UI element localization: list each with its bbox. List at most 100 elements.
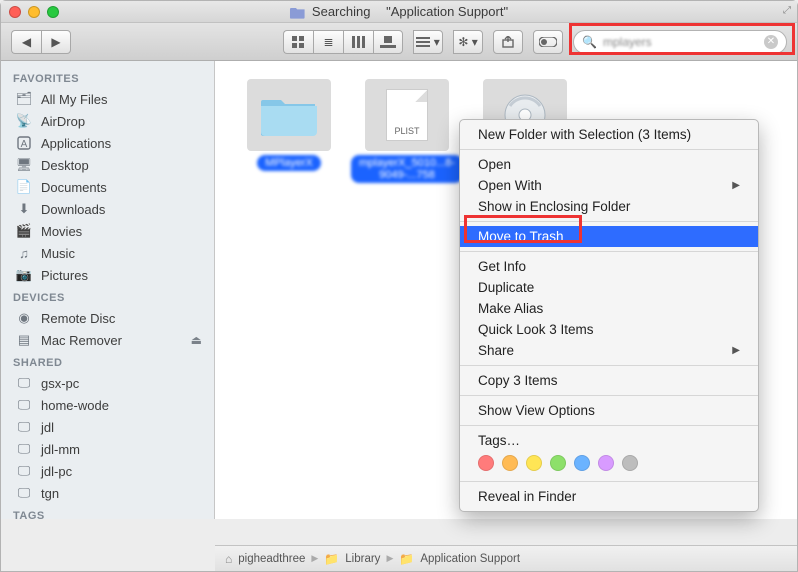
folder-icon [290, 5, 306, 19]
menu-tags[interactable]: Tags… [460, 430, 758, 451]
plist-icon: PLIST [386, 89, 428, 141]
sidebar-item-shared[interactable]: 🖵home-wode [1, 394, 214, 416]
sidebar-section-favorites: FAVORITES [1, 67, 214, 88]
tag-color-dot[interactable] [574, 455, 590, 471]
menu-get-info[interactable]: Get Info [460, 256, 758, 277]
sidebar-item-shared[interactable]: 🖵tgn [1, 482, 214, 504]
downloads-icon: ⬇ [15, 201, 33, 217]
action-button[interactable]: ✻ ▾ [453, 30, 483, 54]
desktop-icon: 🖥 [15, 157, 33, 173]
menu-show-view-options[interactable]: Show View Options [460, 400, 758, 421]
menu-quick-look[interactable]: Quick Look 3 Items [460, 319, 758, 340]
pictures-icon: 📷 [15, 267, 33, 283]
sidebar-item-desktop[interactable]: 🖥Desktop [1, 154, 214, 176]
menu-duplicate[interactable]: Duplicate [460, 277, 758, 298]
view-list-button[interactable]: ≣ [313, 30, 343, 54]
allfiles-icon: 🗂 [15, 91, 33, 107]
window-title: Searching "Application Support" [290, 4, 508, 19]
fullscreen-icon[interactable]: ⤢ [783, 5, 791, 16]
context-menu: New Folder with Selection (3 Items) Open… [459, 119, 759, 512]
path-segment[interactable]: Library [345, 553, 380, 565]
folder-icon: 📁 [399, 552, 414, 566]
back-button[interactable]: ◀ [11, 30, 41, 54]
sidebar-item-remote-disc[interactable]: ◉Remote Disc [1, 307, 214, 329]
sidebar-item-applications[interactable]: AApplications [1, 132, 214, 154]
movies-icon: 🎬 [15, 223, 33, 239]
toolbar: ◀ ▶ ≣ ▾ ✻ ▾ 🔍 ✕ [1, 23, 797, 61]
sidebar-item-shared[interactable]: 🖵jdl [1, 416, 214, 438]
path-segment[interactable]: Application Support [420, 553, 520, 565]
submenu-arrow-icon: ▶ [732, 345, 740, 356]
share-icon: 🖵 [15, 485, 33, 501]
sidebar-section-tags: TAGS [1, 504, 214, 519]
submenu-arrow-icon: ▶ [732, 180, 740, 191]
tags-button[interactable] [533, 30, 563, 54]
tag-color-dot[interactable] [598, 455, 614, 471]
menu-copy-items[interactable]: Copy 3 Items [460, 370, 758, 391]
svg-text:A: A [21, 139, 28, 150]
minimize-window-button[interactable] [28, 6, 40, 18]
tag-color-dot[interactable] [478, 455, 494, 471]
view-switcher: ≣ [283, 30, 403, 54]
search-input[interactable] [603, 35, 758, 49]
view-coverflow-button[interactable] [373, 30, 403, 54]
share-icon: 🖵 [15, 375, 33, 391]
sidebar-item-movies[interactable]: 🎬Movies [1, 220, 214, 242]
menu-tags-colors[interactable] [460, 451, 758, 477]
sidebar-item-shared[interactable]: 🖵jdl-pc [1, 460, 214, 482]
path-bar: ⌂ pigheadthree ▶ 📁 Library ▶ 📁 Applicati… [215, 545, 797, 571]
share-icon: 🖵 [15, 463, 33, 479]
sidebar-section-devices: DEVICES [1, 286, 214, 307]
sidebar-item-mac-remover[interactable]: ▤Mac Remover⏏ [1, 329, 214, 351]
search-field[interactable]: 🔍 ✕ [573, 30, 787, 54]
menu-show-enclosing[interactable]: Show in Enclosing Folder [460, 196, 758, 217]
home-icon: ⌂ [225, 552, 232, 566]
music-icon: ♫ [15, 245, 33, 261]
menu-new-folder-selection[interactable]: New Folder with Selection (3 Items) [460, 124, 758, 145]
tag-color-dot[interactable] [526, 455, 542, 471]
file-name: mplayerX_5010...8-9049-...758 [351, 155, 463, 183]
sidebar-item-shared[interactable]: 🖵jdl-mm [1, 438, 214, 460]
sidebar-item-pictures[interactable]: 📷Pictures [1, 264, 214, 286]
share-icon: 🖵 [15, 441, 33, 457]
sidebar-section-shared: SHARED [1, 351, 214, 372]
eject-icon[interactable]: ⏏ [191, 333, 202, 347]
view-column-button[interactable] [343, 30, 373, 54]
file-item[interactable]: MPlayerX [245, 79, 333, 183]
nav-buttons: ◀ ▶ [11, 30, 71, 54]
view-icon-button[interactable] [283, 30, 313, 54]
menu-open-with[interactable]: Open With▶ [460, 175, 758, 196]
path-segment[interactable]: pigheadthree [238, 553, 305, 565]
share-icon: 🖵 [15, 397, 33, 413]
arrange-button[interactable]: ▾ [413, 30, 443, 54]
sidebar-item-shared[interactable]: 🖵gsx-pc [1, 372, 214, 394]
applications-icon: A [15, 135, 33, 151]
folder-icon [261, 94, 317, 136]
menu-share[interactable]: Share▶ [460, 340, 758, 361]
file-item[interactable]: PLIST mplayerX_5010...8-9049-...758 [363, 79, 451, 183]
menu-move-to-trash[interactable]: Move to Trash [460, 226, 758, 247]
search-icon: 🔍 [582, 35, 597, 49]
clear-search-button[interactable]: ✕ [764, 35, 778, 49]
share-icon: 🖵 [15, 419, 33, 435]
sidebar: FAVORITES 🗂All My Files 📡AirDrop AApplic… [1, 61, 215, 519]
sidebar-item-all-my-files[interactable]: 🗂All My Files [1, 88, 214, 110]
forward-button[interactable]: ▶ [41, 30, 71, 54]
folder-icon: 📁 [324, 552, 339, 566]
tag-color-dot[interactable] [502, 455, 518, 471]
sidebar-item-airdrop[interactable]: 📡AirDrop [1, 110, 214, 132]
menu-reveal-in-finder[interactable]: Reveal in Finder [460, 486, 758, 507]
menu-make-alias[interactable]: Make Alias [460, 298, 758, 319]
file-name: MPlayerX [257, 155, 321, 171]
close-window-button[interactable] [9, 6, 21, 18]
menu-open[interactable]: Open [460, 154, 758, 175]
drive-icon: ▤ [15, 332, 33, 348]
sidebar-item-documents[interactable]: 📄Documents [1, 176, 214, 198]
tag-color-dot[interactable] [550, 455, 566, 471]
share-button[interactable] [493, 30, 523, 54]
sidebar-item-music[interactable]: ♫Music [1, 242, 214, 264]
zoom-window-button[interactable] [47, 6, 59, 18]
sidebar-item-downloads[interactable]: ⬇Downloads [1, 198, 214, 220]
titlebar: Searching "Application Support" ⤢ [1, 1, 797, 23]
tag-color-dot[interactable] [622, 455, 638, 471]
